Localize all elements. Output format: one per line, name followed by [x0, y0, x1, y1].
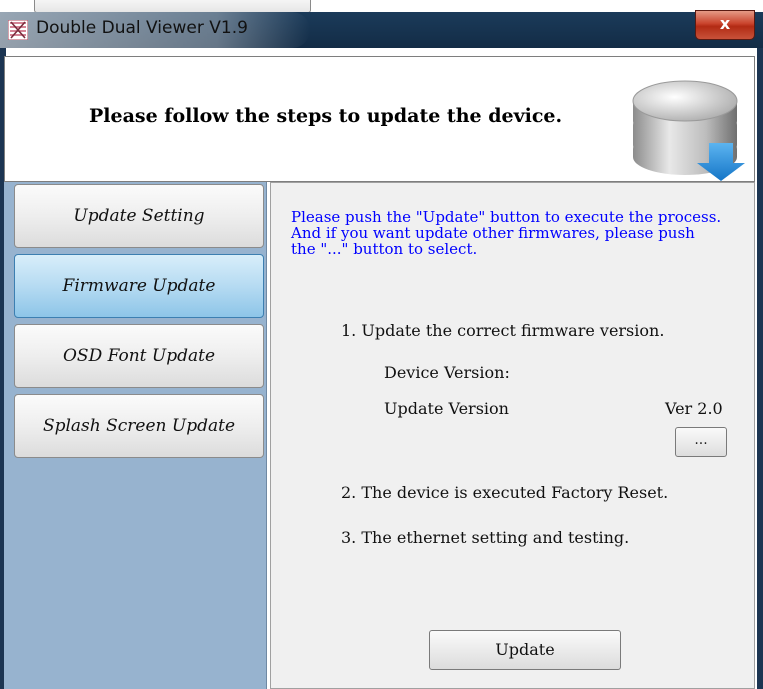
update-version-value: Ver 2.0	[665, 399, 723, 418]
nav-firmware-update[interactable]: Firmware Update	[14, 254, 264, 318]
nav-osd-font-update[interactable]: OSD Font Update	[14, 324, 264, 388]
nav-update-setting[interactable]: Update Setting	[14, 184, 264, 248]
step-1-text: 1. Update the correct firmware version.	[341, 321, 665, 340]
left-navigation: Update Setting Firmware Update OSD Font …	[4, 182, 267, 689]
title-bar: Double Dual Viewer V1.9 x	[0, 10, 763, 48]
browse-firmware-button[interactable]: ...	[675, 427, 727, 457]
intro-line: Please push the "Update" button to execu…	[291, 208, 722, 226]
step-2-text: 2. The device is executed Factory Reset.	[341, 483, 669, 502]
app-icon	[8, 20, 28, 40]
database-download-icon	[632, 80, 745, 181]
close-button[interactable]: x	[695, 10, 755, 40]
header-panel: Please follow the steps to update the de…	[4, 56, 755, 182]
device-version-label: Device Version:	[384, 363, 510, 382]
update-version-label: Update Version	[384, 399, 509, 418]
nav-splash-screen-update[interactable]: Splash Screen Update	[14, 394, 264, 458]
update-button[interactable]: Update	[429, 630, 621, 670]
intro-text: Please push the "Update" button to execu…	[291, 209, 751, 257]
window-title: Double Dual Viewer V1.9	[36, 18, 248, 38]
instruction-text: Please follow the steps to update the de…	[89, 105, 563, 127]
intro-line: And if you want update other firmwares, …	[291, 224, 695, 242]
intro-line: the "..." button to select.	[291, 240, 478, 258]
content-panel: Please push the "Update" button to execu…	[270, 182, 755, 689]
step-3-text: 3. The ethernet setting and testing.	[341, 528, 630, 547]
